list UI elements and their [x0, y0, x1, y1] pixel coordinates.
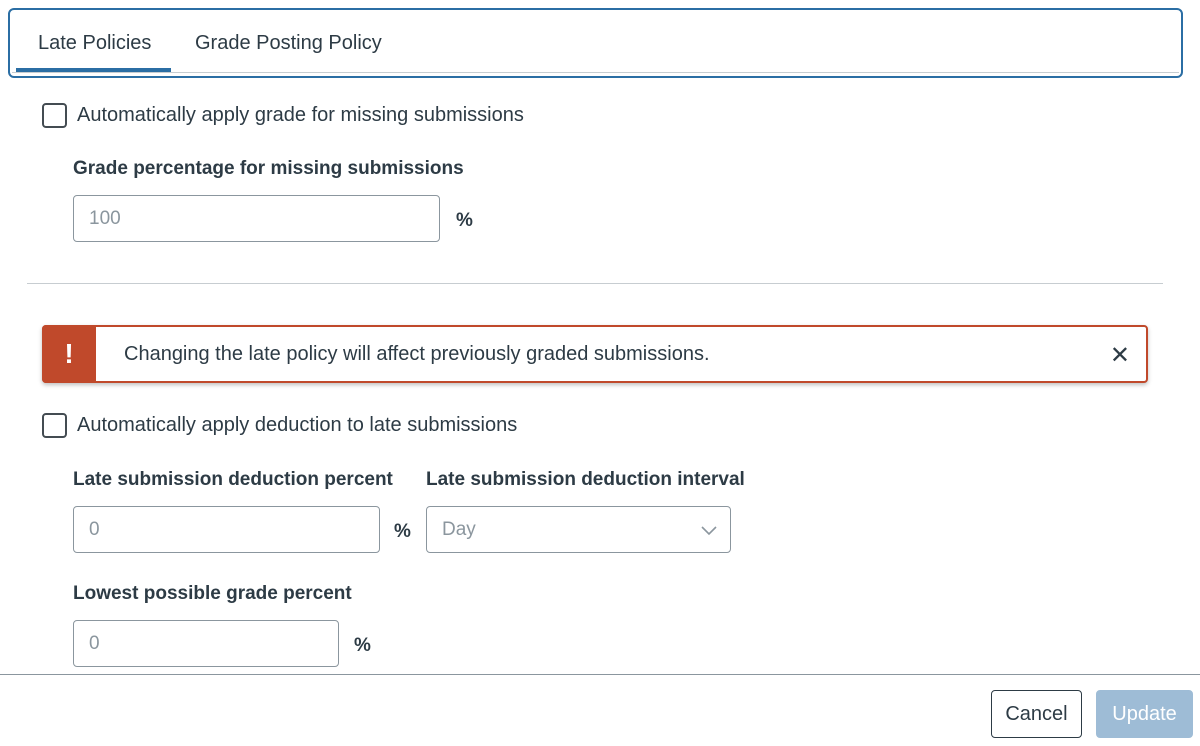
cancel-button[interactable]: Cancel	[991, 690, 1082, 738]
tab-grade-posting-policy[interactable]: Grade Posting Policy	[195, 32, 382, 76]
active-tab-indicator	[16, 68, 171, 72]
alert-message: Changing the late policy will affect pre…	[124, 343, 710, 365]
late-deduction-label: Late submission deduction percent	[73, 469, 393, 490]
policy-tabs: Late Policies Grade Posting Policy	[8, 8, 1183, 78]
lowest-grade-percent-sign: %	[354, 635, 371, 656]
late-submissions-checkbox-row[interactable]: Automatically apply deduction to late su…	[42, 412, 517, 438]
late-deduction-percent-sign: %	[394, 521, 411, 542]
missing-submissions-checkbox-row[interactable]: Automatically apply grade for missing su…	[42, 102, 524, 128]
chevron-down-icon	[701, 526, 717, 536]
lowest-grade-label: Lowest possible grade percent	[73, 583, 352, 604]
missing-grade-input[interactable]: 100	[73, 195, 440, 242]
missing-submissions-checkbox[interactable]	[42, 102, 67, 128]
section-divider	[27, 283, 1163, 284]
deduction-interval-select[interactable]: Day	[426, 506, 731, 553]
late-policy-warning-alert: ! Changing the late policy will affect p…	[42, 325, 1148, 383]
missing-grade-label: Grade percentage for missing submissions	[73, 158, 464, 179]
close-icon[interactable]: ✕	[1110, 341, 1130, 370]
deduction-interval-value: Day	[442, 519, 476, 540]
missing-submissions-checkbox-label: Automatically apply grade for missing su…	[77, 103, 524, 126]
lowest-grade-input[interactable]: 0	[73, 620, 339, 667]
deduction-interval-label: Late submission deduction interval	[426, 469, 745, 490]
late-submissions-checkbox-label: Automatically apply deduction to late su…	[77, 413, 518, 436]
warning-icon: !	[42, 325, 96, 383]
late-submissions-checkbox[interactable]	[42, 412, 67, 438]
footer-divider	[0, 674, 1200, 675]
update-button[interactable]: Update	[1096, 690, 1193, 738]
missing-grade-percent-sign: %	[456, 210, 473, 231]
late-deduction-input[interactable]: 0	[73, 506, 380, 553]
